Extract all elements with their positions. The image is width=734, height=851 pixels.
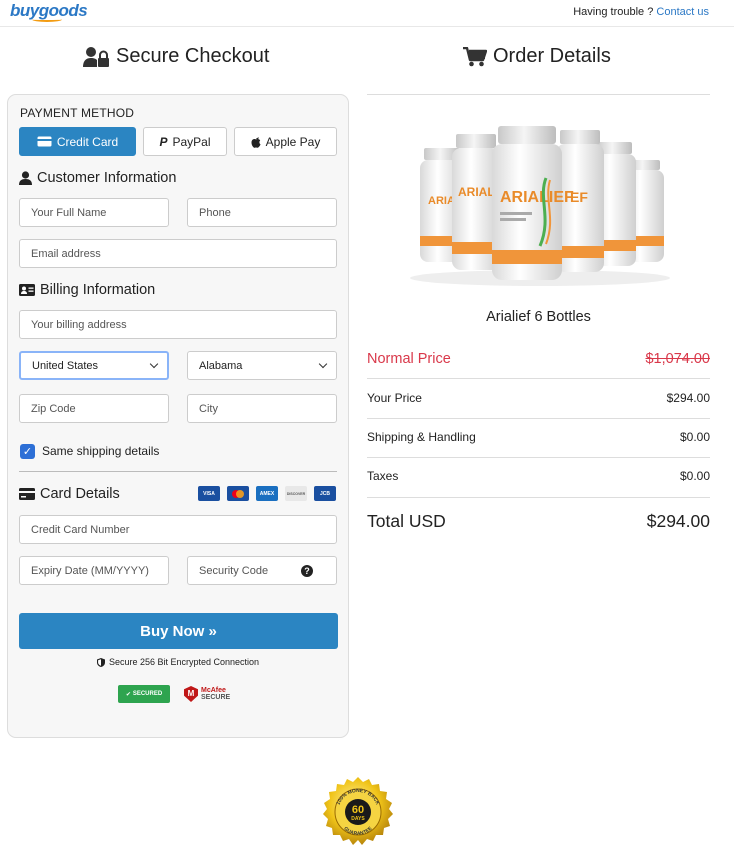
paypal-tab[interactable]: P PayPal <box>143 127 227 156</box>
trust-badges: ✔ SECURED M McAfee SECURE <box>118 685 230 703</box>
customer-info-title: Customer Information <box>19 170 176 186</box>
svg-text:DAYS: DAYS <box>351 816 365 822</box>
chevron-down-icon <box>318 359 328 369</box>
credit-card-tab[interactable]: Credit Card <box>19 127 136 156</box>
user-lock-icon <box>83 46 109 67</box>
checkout-form: PAYMENT METHOD Credit Card P PayPal Appl… <box>7 94 349 738</box>
total-value: $294.00 <box>646 510 710 531</box>
shield-icon <box>96 657 105 667</box>
paypal-icon: P <box>159 134 168 149</box>
security-code-placeholder: Security Code <box>199 564 269 577</box>
address-card-icon <box>19 284 35 296</box>
state-value: Alabama <box>199 359 243 372</box>
mastercard-icon <box>227 486 249 501</box>
billing-info-title: Billing Information <box>19 282 155 298</box>
money-back-guarantee-seal: 60 DAYS 100% MONEY BACK GUARANTEE <box>323 777 393 845</box>
credit-card-icon <box>19 488 35 500</box>
divider <box>367 418 710 419</box>
shopping-cart-icon <box>463 46 487 66</box>
contact-us-link[interactable]: Contact us <box>656 6 709 18</box>
top-bar: buygoods Having trouble ? Contact us <box>0 0 734 27</box>
divider <box>367 497 710 498</box>
visa-icon: VISA <box>198 486 220 501</box>
discover-icon: DISCOVER <box>285 486 307 501</box>
your-price-label: Your Price <box>367 391 422 405</box>
product-image: ARIA ARIAL EF ARIALIEF <box>410 126 670 286</box>
svg-text:ARIAL: ARIAL <box>458 185 495 199</box>
email-input[interactable]: Email address <box>19 239 337 268</box>
payment-method-label: PAYMENT METHOD <box>20 106 135 120</box>
checkmark-icon: ✓ <box>22 446 33 458</box>
chevron-down-icon <box>149 359 159 369</box>
same-shipping-label[interactable]: Same shipping details <box>42 444 159 458</box>
card-number-input[interactable]: Credit Card Number <box>19 515 337 544</box>
normal-price-value: $1,074.00 <box>645 351 710 367</box>
apple-pay-tab[interactable]: Apple Pay <box>234 127 337 156</box>
card-details-title: Card Details <box>19 486 120 502</box>
buygoods-logo[interactable]: buygoods <box>10 1 88 22</box>
city-input[interactable]: City <box>187 394 337 423</box>
product-name: Arialief 6 Bottles <box>486 309 591 325</box>
billing-address-input[interactable]: Your billing address <box>19 310 337 339</box>
country-select[interactable]: United States <box>19 351 169 380</box>
shipping-label: Shipping & Handling <box>367 430 476 444</box>
normal-price-label: Normal Price <box>367 351 451 367</box>
buy-now-button[interactable]: Buy Now » <box>19 613 338 649</box>
zip-code-input[interactable]: Zip Code <box>19 394 169 423</box>
accepted-cards: VISA AMEX DISCOVER JCB <box>198 486 336 501</box>
svg-text:60: 60 <box>352 804 364 816</box>
your-price-value: $294.00 <box>666 391 710 405</box>
taxes-label: Taxes <box>367 469 399 483</box>
secure-checkout-heading: Secure Checkout <box>83 45 269 68</box>
amex-icon: AMEX <box>256 486 278 501</box>
mcafee-badge: M McAfee SECURE <box>184 686 230 702</box>
jcb-icon: JCB <box>314 486 336 501</box>
divider <box>367 94 710 95</box>
divider <box>367 457 710 458</box>
same-shipping-checkbox[interactable]: ✓ <box>20 444 35 459</box>
svg-text:ARIALIEF: ARIALIEF <box>500 189 574 206</box>
order-details-heading: Order Details <box>463 45 611 68</box>
question-icon[interactable]: ? <box>301 565 313 577</box>
secured-badge: ✔ SECURED <box>118 685 170 703</box>
shipping-value: $0.00 <box>679 430 710 444</box>
shipping-row: Shipping & Handling $0.00 <box>367 429 710 445</box>
expiry-date-input[interactable]: Expiry Date (MM/YYYY) <box>19 556 169 585</box>
divider <box>19 471 337 472</box>
full-name-input[interactable]: Your Full Name <box>19 198 169 227</box>
divider <box>367 378 710 379</box>
your-price-row: Your Price $294.00 <box>367 390 710 406</box>
apple-icon <box>251 137 261 148</box>
country-value: United States <box>32 359 99 372</box>
secure-connection-note: Secure 256 Bit Encrypted Connection <box>8 657 348 667</box>
taxes-value: $0.00 <box>679 469 710 483</box>
total-row: Total USD $294.00 <box>367 509 710 533</box>
state-select[interactable]: Alabama <box>187 351 337 380</box>
svg-text:ARIA: ARIA <box>428 195 455 207</box>
user-icon <box>19 171 32 185</box>
help-text: Having trouble ? Contact us <box>573 6 709 18</box>
mcafee-shield-icon: M <box>184 686 198 702</box>
taxes-row: Taxes $0.00 <box>367 468 710 484</box>
check-shield-icon: ✔ <box>125 691 131 698</box>
phone-input[interactable]: Phone <box>187 198 337 227</box>
credit-card-icon <box>37 136 52 147</box>
normal-price-row: Normal Price $1,074.00 <box>367 349 710 369</box>
total-label: Total USD <box>367 510 446 531</box>
security-code-input[interactable]: Security Code ? <box>187 556 337 585</box>
